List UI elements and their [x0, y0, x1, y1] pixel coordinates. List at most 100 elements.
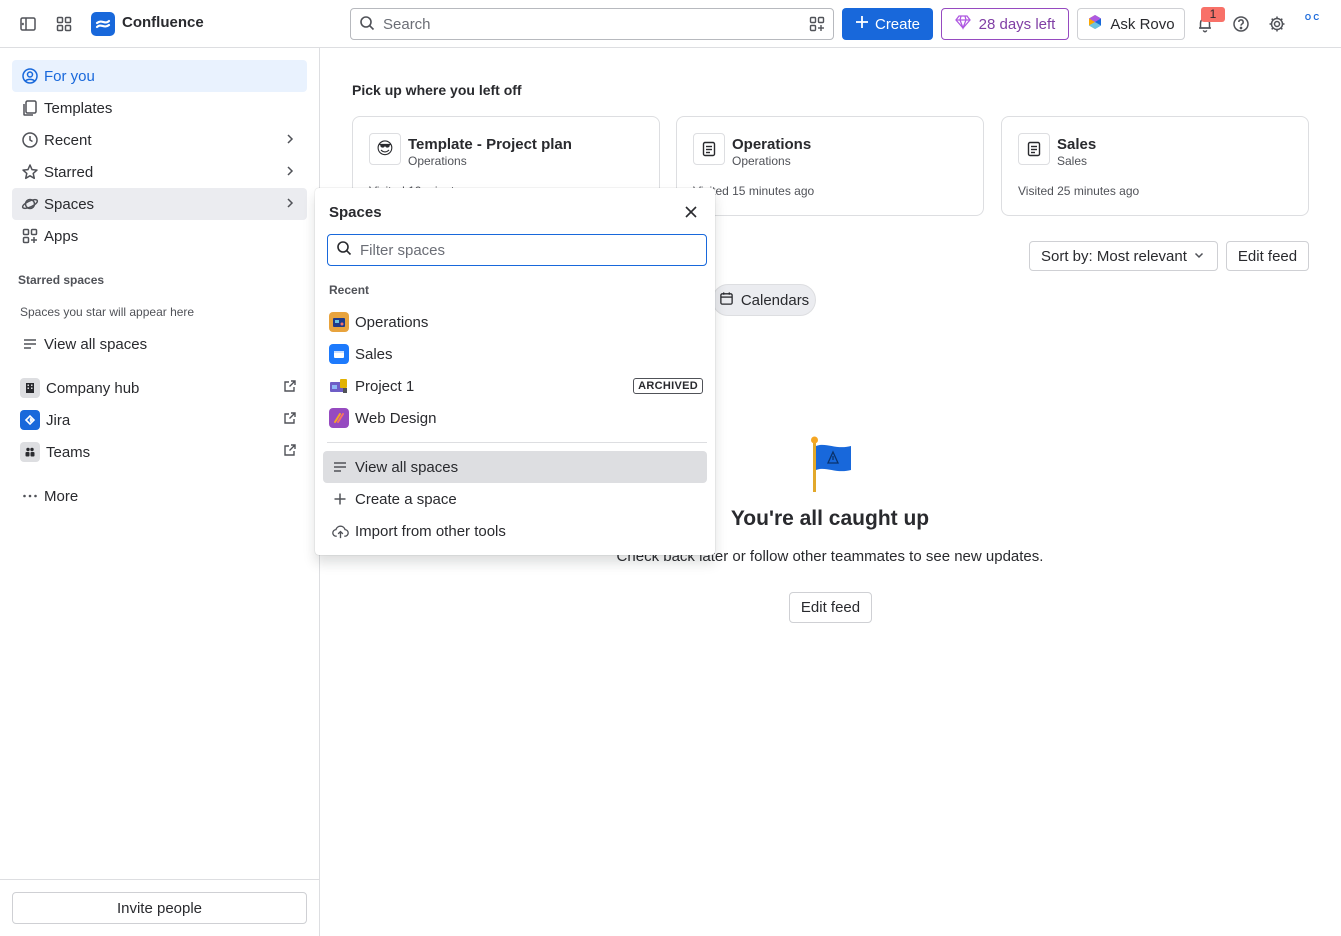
search-placeholder: Search	[383, 15, 431, 33]
emoji-sunglasses-icon: 😎	[369, 133, 401, 165]
external-link-icon	[283, 443, 297, 461]
more-dots-icon	[20, 486, 40, 506]
sidebar-toggle-icon[interactable]	[16, 12, 40, 36]
sidebar-item-templates[interactable]: Templates	[12, 92, 307, 124]
plus-icon	[331, 490, 349, 508]
list-icon	[20, 334, 40, 354]
product-label: Teams	[46, 443, 91, 461]
sidebar-item-teams[interactable]: Teams	[12, 436, 307, 468]
avatar[interactable]: O C	[1300, 13, 1324, 35]
sidebar-item-label: Spaces	[44, 195, 95, 213]
card-visited: Visited 25 minutes ago	[1018, 184, 1140, 198]
card-space: Sales	[1057, 154, 1088, 168]
confluence-logo-icon[interactable]	[91, 12, 115, 36]
empty-edit-feed-button[interactable]: Edit feed	[789, 592, 872, 623]
recent-card[interactable]: Sales Sales Visited 25 minutes ago	[1001, 116, 1309, 216]
chevron-right-icon[interactable]	[283, 164, 297, 182]
space-name: Operations	[355, 313, 429, 331]
create-space-button[interactable]: Create a space	[323, 483, 707, 515]
create-button[interactable]: Create	[842, 8, 933, 40]
operations-space-icon	[329, 312, 349, 332]
view-all-spaces-button[interactable]: View all spaces	[323, 451, 707, 483]
space-item-sales[interactable]: Sales	[323, 338, 707, 370]
action-label: View all spaces	[355, 458, 459, 476]
help-icon[interactable]	[1229, 12, 1253, 36]
sidebar-footer-divider	[0, 879, 319, 880]
sidebar-item-label: Recent	[44, 131, 92, 149]
diamond-icon	[954, 14, 971, 34]
sidebar-item-spaces[interactable]: Spaces	[12, 188, 307, 220]
more-label: More	[44, 487, 79, 505]
invite-people-button[interactable]: Invite people	[12, 892, 307, 924]
sidebar-item-label: Templates	[44, 99, 113, 117]
starred-spaces-heading: Starred spaces	[18, 273, 105, 287]
app-name[interactable]: Confluence	[122, 14, 204, 31]
sidebar-item-apps[interactable]: Apps	[12, 220, 307, 252]
clock-icon	[20, 130, 40, 150]
chevron-right-icon[interactable]	[283, 196, 297, 214]
space-item-web-design[interactable]: Web Design	[323, 402, 707, 434]
flyout-divider	[327, 442, 707, 443]
card-space: Operations	[732, 154, 791, 168]
space-item-project-1[interactable]: Project 1 ARCHIVED	[323, 370, 707, 402]
import-tools-button[interactable]: Import from other tools	[323, 515, 707, 547]
top-navigation-bar: Confluence Search Create 28 days left As…	[0, 0, 1341, 48]
sidebar-item-jira[interactable]: Jira	[12, 404, 307, 436]
product-label: Company hub	[46, 379, 140, 397]
gear-icon[interactable]	[1265, 12, 1289, 36]
create-label: Create	[874, 15, 921, 33]
teams-icon	[20, 442, 40, 462]
sidebar-item-label: Starred	[44, 163, 94, 181]
search-filter-icon[interactable]	[809, 16, 825, 35]
card-space: Operations	[408, 154, 467, 168]
sort-dropdown[interactable]: Sort by: Most relevant	[1029, 241, 1218, 271]
planet-icon	[20, 194, 40, 214]
sort-label: Sort by: Most relevant	[1041, 247, 1187, 265]
sidebar-item-recent[interactable]: Recent	[12, 124, 307, 156]
trial-days-button[interactable]: 28 days left	[941, 8, 1069, 40]
project-space-icon	[329, 376, 349, 396]
calendar-icon	[719, 291, 734, 310]
external-link-icon	[283, 411, 297, 429]
chevron-right-icon[interactable]	[283, 132, 297, 150]
sidebar-item-label: For you	[44, 67, 95, 85]
flyout-title: Spaces	[329, 204, 382, 221]
space-name: Project 1	[355, 377, 415, 395]
filter-placeholder: Filter spaces	[360, 241, 446, 259]
close-icon[interactable]	[681, 202, 701, 222]
apps-icon	[20, 226, 40, 246]
spaces-flyout: Spaces Filter spaces Recent Operations S…	[315, 188, 715, 555]
sidebar-view-all-spaces[interactable]: View all spaces	[12, 328, 307, 360]
plus-icon	[855, 15, 869, 33]
sales-space-icon	[329, 344, 349, 364]
search-icon	[359, 15, 375, 34]
calendars-filter-chip[interactable]: Calendars	[712, 284, 816, 316]
search-input[interactable]: Search	[350, 8, 834, 40]
section-title: Pick up where you left off	[352, 82, 522, 98]
filter-spaces-input[interactable]: Filter spaces	[327, 234, 707, 266]
chevron-down-icon	[1193, 248, 1205, 265]
recent-heading: Recent	[329, 283, 370, 297]
ask-rovo-button[interactable]: Ask Rovo	[1077, 8, 1185, 40]
space-item-operations[interactable]: Operations	[323, 306, 707, 338]
sidebar-item-for-you[interactable]: For you	[12, 60, 307, 92]
web-design-space-icon	[329, 408, 349, 428]
card-title: Operations	[732, 136, 812, 153]
cloud-upload-icon	[331, 522, 349, 540]
page-icon	[1018, 133, 1050, 165]
sidebar-item-starred[interactable]: Starred	[12, 156, 307, 188]
recent-card[interactable]: Operations Operations Visited 15 minutes…	[676, 116, 984, 216]
app-switcher-icon[interactable]	[52, 12, 76, 36]
sidebar-item-company-hub[interactable]: Company hub	[12, 372, 307, 404]
building-icon	[20, 378, 40, 398]
action-label: Import from other tools	[355, 522, 506, 540]
edit-feed-button[interactable]: Edit feed	[1226, 241, 1309, 271]
external-link-icon	[283, 379, 297, 397]
card-title: Template - Project plan	[408, 136, 572, 153]
product-label: Jira	[46, 411, 71, 429]
view-all-spaces-label: View all spaces	[44, 335, 148, 353]
sidebar-item-more[interactable]: More	[12, 480, 307, 512]
chip-label: Calendars	[740, 291, 810, 309]
jira-logo-icon	[20, 410, 40, 430]
space-name: Sales	[355, 345, 393, 363]
